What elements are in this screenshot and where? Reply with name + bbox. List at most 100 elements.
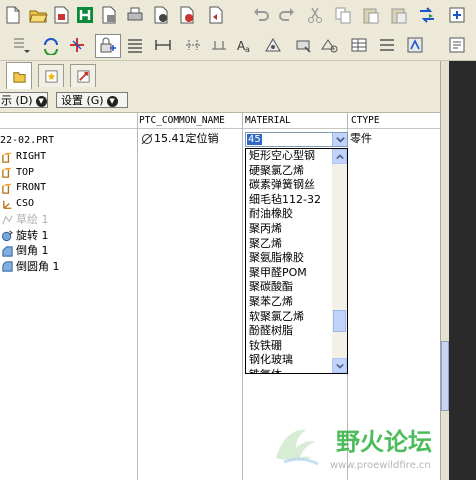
column-header-material[interactable]: MATERIAL — [245, 114, 291, 127]
copy-icon[interactable] — [332, 4, 354, 26]
revolve-icon — [0, 229, 14, 243]
regenerate-icon[interactable] — [416, 4, 438, 26]
show-menu-button[interactable]: 示 (D) ▼ — [0, 92, 48, 108]
tree-item-label: CSO — [16, 198, 35, 210]
row-ctype-cell[interactable]: 零件 — [350, 131, 372, 147]
tree-item-label: TOP — [16, 166, 35, 178]
column-header-name[interactable]: PTC_COMMON_NAME — [139, 114, 225, 127]
datum-plane-icon — [0, 181, 14, 195]
model-icon[interactable] — [404, 34, 426, 56]
tree-item-label: FRONT — [16, 182, 47, 194]
tab-folder-browser[interactable] — [38, 64, 64, 87]
svg-text:a: a — [245, 45, 250, 54]
save-copy-icon[interactable] — [74, 4, 96, 26]
undo-icon[interactable] — [250, 4, 272, 26]
tree-menubar: 示 (D) ▼ 设置 (G) ▼ — [0, 89, 440, 113]
row-name-cell[interactable]: 15.41定位销 — [141, 131, 219, 147]
grid-icon[interactable] — [376, 34, 398, 56]
chevron-down-icon: ▼ — [35, 95, 47, 107]
send-icon[interactable] — [205, 4, 227, 26]
tree-item-label: 旋转 1 — [16, 228, 49, 242]
open-icon[interactable] — [27, 4, 49, 26]
material-value: 45 — [247, 134, 262, 145]
show-menu-label: 示 (D) — [1, 94, 33, 107]
chevron-down-icon — [335, 137, 345, 143]
coordinate-system-icon — [0, 197, 14, 211]
part-type: 零件 — [350, 132, 372, 145]
tab-connections[interactable] — [70, 64, 96, 87]
scroll-thumb[interactable] — [333, 310, 346, 333]
datum-plane-icon — [0, 150, 14, 164]
new-icon[interactable] — [2, 4, 24, 26]
navigator-tabs — [0, 61, 476, 89]
watermark-title: 野火论坛 — [336, 428, 432, 456]
secondary-toolbar: Aa — [0, 30, 476, 61]
watermark-url: www.proewildfire.cn — [330, 460, 431, 471]
scroll-down-button[interactable] — [332, 358, 347, 373]
tree-item-5[interactable]: 草绘 1 — [0, 212, 49, 228]
material-dropdown-list[interactable]: 矩形空心型钢 硬聚氯乙烯 碳素弹簧钢丝 细毛毡112-32 耐油橡胶 聚丙烯 聚乙烯 聚氨脂橡… — [245, 148, 348, 374]
round-icon — [0, 260, 14, 274]
paste-special-icon[interactable] — [388, 4, 410, 26]
dimension-icon[interactable] — [152, 34, 174, 56]
cut-icon[interactable] — [304, 4, 326, 26]
chamfer-icon — [0, 244, 14, 258]
model-tree-tab-icon — [12, 71, 26, 83]
column-divider[interactable] — [137, 113, 138, 480]
save-icon[interactable] — [50, 4, 72, 26]
tree-root[interactable]: 22-02.PRT — [0, 133, 54, 149]
table-icon[interactable] — [348, 34, 370, 56]
datum-plane-icon — [0, 166, 14, 180]
watermark-logo: 野火论坛 www.proewildfire.cn — [262, 418, 476, 480]
email-setup-icon[interactable] — [176, 4, 198, 26]
datum-target-icon[interactable] — [208, 34, 230, 56]
model-tree-icon[interactable] — [446, 34, 468, 56]
annotation-icon[interactable] — [262, 34, 284, 56]
settings-menu-label: 设置 (G) — [61, 94, 104, 107]
scroll-up-button[interactable] — [332, 149, 347, 164]
symbol-icon[interactable] — [318, 34, 340, 56]
material-combobox[interactable]: 45 — [245, 132, 348, 147]
sync-icon[interactable] — [446, 4, 468, 26]
tree-item-2[interactable]: TOP — [0, 165, 34, 181]
tree-item-7[interactable]: 倒角 1 — [0, 243, 49, 259]
list-icon[interactable] — [124, 34, 146, 56]
print-setup-icon[interactable] — [124, 4, 146, 26]
column-headers: PTC_COMMON_NAME MATERIAL CTYPE — [0, 113, 440, 129]
display-lock-icon[interactable] — [95, 34, 121, 58]
sketch-icon — [0, 213, 14, 227]
main-toolbar — [0, 0, 476, 30]
reorient-icon[interactable] — [40, 34, 62, 56]
print-icon[interactable] — [98, 4, 120, 26]
redo-icon[interactable] — [276, 4, 298, 26]
tree-item-8[interactable]: 倒圆角 1 — [0, 259, 60, 275]
tree-root-label: 22-02.PRT — [0, 135, 55, 146]
column-header-ctype[interactable]: CTYPE — [351, 114, 380, 127]
tree-item-label: 草绘 1 — [16, 212, 49, 226]
tree-item-label: 倒圆角 1 — [16, 259, 60, 273]
text-icon[interactable]: Aa — [234, 34, 256, 56]
spacing-icon[interactable] — [182, 34, 204, 56]
tree-item-label: 倒角 1 — [16, 244, 49, 258]
combo-dropdown-button[interactable] — [332, 133, 347, 146]
tree-item-4[interactable]: CSO — [0, 196, 34, 212]
view-icon[interactable] — [292, 34, 314, 56]
favorites-tab-icon — [44, 69, 58, 83]
datum-axis-icon[interactable] — [66, 34, 88, 56]
datum-dropdown-icon[interactable] — [10, 34, 32, 56]
tab-model-tree[interactable] — [6, 62, 32, 89]
settings-menu-button[interactable]: 设置 (G) ▼ — [56, 92, 128, 108]
dropdown-scrollbar[interactable] — [332, 149, 347, 373]
tree-item-3[interactable]: FRONT — [0, 180, 46, 196]
paste-icon[interactable] — [360, 4, 382, 26]
chevron-down-icon: ▼ — [106, 95, 118, 107]
tree-item-1[interactable]: RIGHT — [0, 149, 46, 165]
chevron-up-icon — [335, 153, 344, 159]
column-divider[interactable] — [242, 113, 243, 480]
chevron-down-icon — [335, 363, 344, 369]
part-name: 15.41定位销 — [154, 132, 219, 145]
email-icon[interactable] — [150, 4, 172, 26]
panel-splitter-handle[interactable] — [441, 341, 449, 411]
pin-icon — [141, 133, 153, 145]
tree-item-6[interactable]: 旋转 1 — [0, 228, 49, 244]
